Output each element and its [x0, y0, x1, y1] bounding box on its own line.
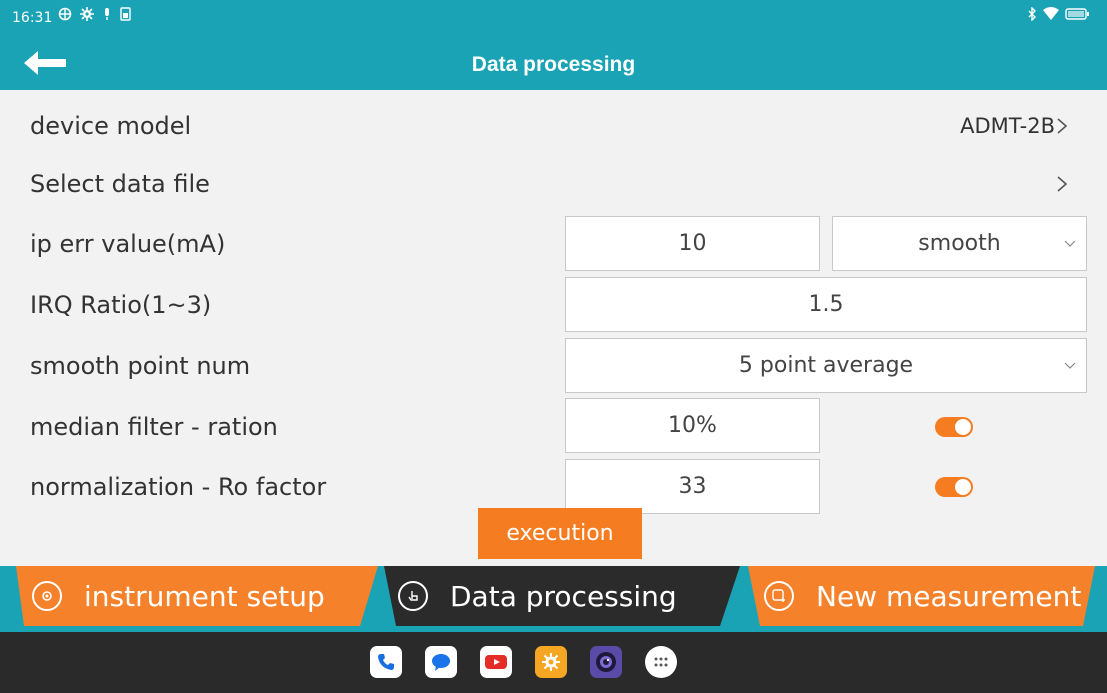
irq-ratio-label: IRQ Ratio(1~3)	[30, 291, 212, 319]
toggle-knob	[955, 419, 971, 435]
ip-err-label: ip err value(mA)	[30, 230, 226, 258]
median-filter-toggle[interactable]	[935, 417, 973, 437]
bluetooth-icon	[1028, 7, 1036, 21]
median-filter-label: median filter - ration	[30, 413, 278, 441]
median-filter-input[interactable]: 10%	[565, 398, 820, 453]
tab-label: Data processing	[450, 579, 677, 613]
status-time: 16:31	[12, 10, 53, 26]
youtube-icon[interactable]	[480, 646, 512, 678]
app-dock	[370, 646, 677, 678]
execution-button[interactable]: execution	[478, 508, 642, 559]
chevron-right-icon	[1057, 118, 1068, 134]
battery-icon	[1065, 8, 1089, 20]
tab-new-measurement[interactable]: New measurement	[764, 566, 1084, 626]
smooth-point-select[interactable]: 5 point average	[565, 338, 1087, 393]
app-window: 16:31 Data processing device model ADMT-…	[0, 0, 1107, 693]
tab-instrument-setup[interactable]: instrument setup	[32, 566, 362, 626]
ip-err-mode-select[interactable]: smooth	[832, 216, 1087, 271]
app-header: Data processing	[0, 36, 1107, 90]
status-bar: 16:31	[0, 0, 1107, 36]
status-icons-left	[58, 7, 131, 21]
vpn-icon	[58, 7, 72, 21]
device-model-row[interactable]: device model ADMT-2B	[0, 96, 1107, 156]
messages-icon[interactable]	[425, 646, 457, 678]
toggle-knob	[955, 479, 971, 495]
bottom-tab-bar: instrument setup Data processing New mea…	[0, 566, 1107, 632]
select-data-file-label: Select data file	[30, 170, 210, 198]
wifi-icon	[1043, 7, 1059, 20]
device-model-label: device model	[30, 112, 192, 140]
tab-data-processing[interactable]: Data processing	[398, 566, 718, 626]
chevron-right-icon	[1057, 176, 1068, 192]
ip-err-input[interactable]: 10	[565, 216, 820, 271]
mic-icon	[105, 8, 109, 20]
touch-icon	[398, 581, 428, 611]
normalization-label: normalization - Ro factor	[30, 473, 327, 501]
irq-ratio-input[interactable]: 1.5	[565, 277, 1087, 332]
gear-small-icon	[80, 7, 94, 21]
status-icons-right	[1027, 7, 1091, 21]
normalization-input[interactable]: 33	[565, 459, 820, 514]
gear-icon	[32, 581, 62, 611]
normalization-toggle[interactable]	[935, 477, 973, 497]
add-icon	[764, 581, 794, 611]
tab-label: instrument setup	[84, 579, 325, 613]
system-nav-bar	[0, 632, 1107, 693]
phone-icon[interactable]	[370, 646, 402, 678]
camera-icon[interactable]	[590, 646, 622, 678]
settings-icon[interactable]	[535, 646, 567, 678]
page-title: Data processing	[471, 53, 636, 76]
sim-icon	[120, 7, 131, 21]
smooth-point-value: 5 point average	[738, 353, 914, 378]
ip-err-mode-value: smooth	[918, 231, 1001, 256]
tab-label: New measurement	[816, 579, 1082, 613]
apps-icon[interactable]	[645, 646, 677, 678]
device-model-value: ADMT-2B	[960, 114, 1055, 138]
chevron-down-icon	[1064, 240, 1076, 247]
select-data-file-row[interactable]: Select data file	[0, 154, 1107, 214]
smooth-point-label: smooth point num	[30, 352, 251, 380]
chevron-down-icon	[1064, 362, 1076, 369]
